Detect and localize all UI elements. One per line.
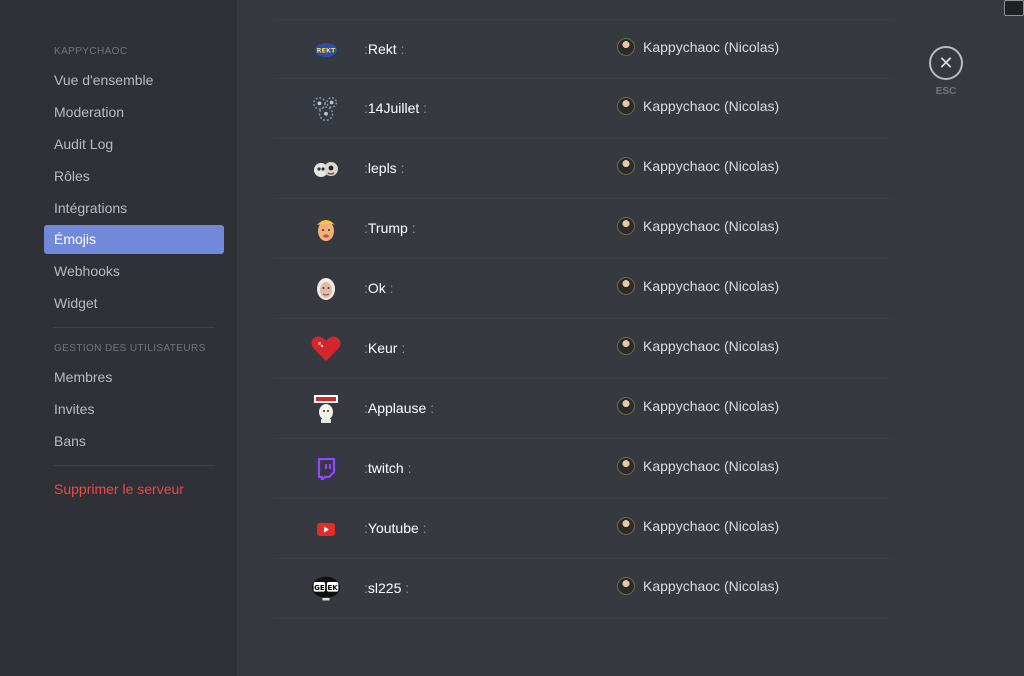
sidebar-item-webhooks[interactable]: Webhooks [44, 257, 224, 286]
uploader-name: Kappychaoc (Nicolas) [643, 218, 780, 234]
uploader-name: Kappychaoc (Nicolas) [643, 98, 780, 114]
settings-sidebar: KAPPYCHAOC Vue d'ensemble Moderation Aud… [0, 0, 237, 676]
uploader-name: Kappychaoc (Nicolas) [643, 578, 780, 594]
emoji-name[interactable]: :Applause : [364, 400, 434, 416]
rekt-emoji-icon: REKT [311, 35, 341, 65]
avatar [617, 457, 635, 475]
sidebar-item-overview[interactable]: Vue d'ensemble [44, 66, 224, 95]
emoji-row: :lepls : Kappychaoc (Nicolas) [273, 139, 893, 199]
sidebar-item-members[interactable]: Membres [44, 363, 224, 392]
sidebar-item-emojis[interactable]: Émojis [44, 225, 224, 254]
sidebar-item-moderation[interactable]: Moderation [44, 98, 224, 127]
emoji-name[interactable]: :Keur : [364, 340, 405, 356]
avatar [617, 277, 635, 295]
lepls-emoji-icon [311, 154, 341, 184]
uploader-name: Kappychaoc (Nicolas) [643, 338, 780, 354]
close-button[interactable]: ✕ [929, 46, 963, 80]
uploader: Kappychaoc (Nicolas) [617, 217, 779, 235]
uploader-name: Kappychaoc (Nicolas) [643, 39, 780, 55]
svg-text:REKT: REKT [317, 47, 336, 55]
emoji-row: REKT :Rekt : Kappychaoc (Nicolas) [273, 19, 893, 79]
window-icon[interactable] [1004, 0, 1024, 16]
emoji-row: :twitch : Kappychaoc (Nicolas) [273, 439, 893, 499]
sidebar-divider [54, 327, 215, 328]
svg-text:GE: GE [314, 583, 325, 592]
applause-emoji-icon [311, 394, 341, 424]
sidebar-item-invites[interactable]: Invites [44, 395, 224, 424]
emoji-row: :Ok : Kappychaoc (Nicolas) [273, 259, 893, 319]
sidebar-divider [54, 465, 215, 466]
emoji-name[interactable]: :Youtube : [364, 520, 427, 536]
emoji-row: :Keur : Kappychaoc (Nicolas) [273, 319, 893, 379]
user-management-header: GESTION DES UTILISATEURS [54, 343, 206, 354]
sidebar-item-integrations[interactable]: Intégrations [44, 194, 224, 223]
youtube-emoji-icon [311, 514, 341, 544]
emoji-list-panel: REKT :Rekt : Kappychaoc (Nicolas) :14Jui… [237, 0, 1024, 676]
uploader: Kappychaoc (Nicolas) [617, 157, 779, 175]
emoji-name[interactable]: :lepls : [364, 160, 404, 176]
uploader: Kappychaoc (Nicolas) [617, 517, 779, 535]
emoji-row: :Youtube : Kappychaoc (Nicolas) [273, 499, 893, 559]
avatar [617, 337, 635, 355]
emoji-name[interactable]: :14Juillet : [364, 100, 427, 116]
fireworks-emoji-icon [311, 94, 341, 124]
delete-server-button[interactable]: Supprimer le serveur [44, 475, 224, 504]
sidebar-item-audit-log[interactable]: Audit Log [44, 130, 224, 159]
uploader-name: Kappychaoc (Nicolas) [643, 398, 780, 414]
sidebar-item-widget[interactable]: Widget [44, 289, 224, 318]
avatar [617, 97, 635, 115]
uploader: Kappychaoc (Nicolas) [617, 277, 779, 295]
sidebar-item-bans[interactable]: Bans [44, 427, 224, 456]
pixel-heart-emoji-icon [311, 334, 341, 364]
geek-emoji-icon: GE EK [311, 574, 341, 604]
emoji-row: :Applause : Kappychaoc (Nicolas) [273, 379, 893, 439]
uploader: Kappychaoc (Nicolas) [617, 397, 779, 415]
uploader-name: Kappychaoc (Nicolas) [643, 158, 780, 174]
uploader: Kappychaoc (Nicolas) [617, 38, 779, 56]
uploader: Kappychaoc (Nicolas) [617, 337, 779, 355]
emoji-name[interactable]: :twitch : [364, 460, 411, 476]
uploader-name: Kappychaoc (Nicolas) [643, 518, 780, 534]
uploader: Kappychaoc (Nicolas) [617, 577, 779, 595]
close-settings: ✕ ESC [929, 46, 963, 97]
emoji-row: :Trump : Kappychaoc (Nicolas) [273, 199, 893, 259]
emoji-row: :14Juillet : Kappychaoc (Nicolas) [273, 79, 893, 139]
esc-label: ESC [935, 86, 957, 97]
emoji-name[interactable]: :Rekt : [364, 41, 404, 57]
emoji-name[interactable]: :Ok : [364, 280, 394, 296]
avatar [617, 157, 635, 175]
avatar [617, 217, 635, 235]
server-name-header: KAPPYCHAOC [54, 46, 128, 57]
uploader: Kappychaoc (Nicolas) [617, 457, 779, 475]
uploader: Kappychaoc (Nicolas) [617, 97, 779, 115]
svg-text:EK: EK [327, 583, 338, 592]
avatar [617, 38, 635, 56]
close-icon: ✕ [938, 53, 954, 73]
ok-emoji-icon [311, 274, 341, 304]
emoji-name[interactable]: :Trump : [364, 220, 416, 236]
twitch-emoji-icon [311, 454, 341, 484]
trump-emoji-icon [311, 214, 341, 244]
avatar [617, 397, 635, 415]
uploader-name: Kappychaoc (Nicolas) [643, 458, 780, 474]
avatar [617, 577, 635, 595]
avatar [617, 517, 635, 535]
uploader-name: Kappychaoc (Nicolas) [643, 278, 780, 294]
emoji-row: GE EK :sl225 : Kappychaoc (Nicolas) [273, 559, 893, 619]
sidebar-item-roles[interactable]: Rôles [44, 162, 224, 191]
emoji-name[interactable]: :sl225 : [364, 580, 409, 596]
